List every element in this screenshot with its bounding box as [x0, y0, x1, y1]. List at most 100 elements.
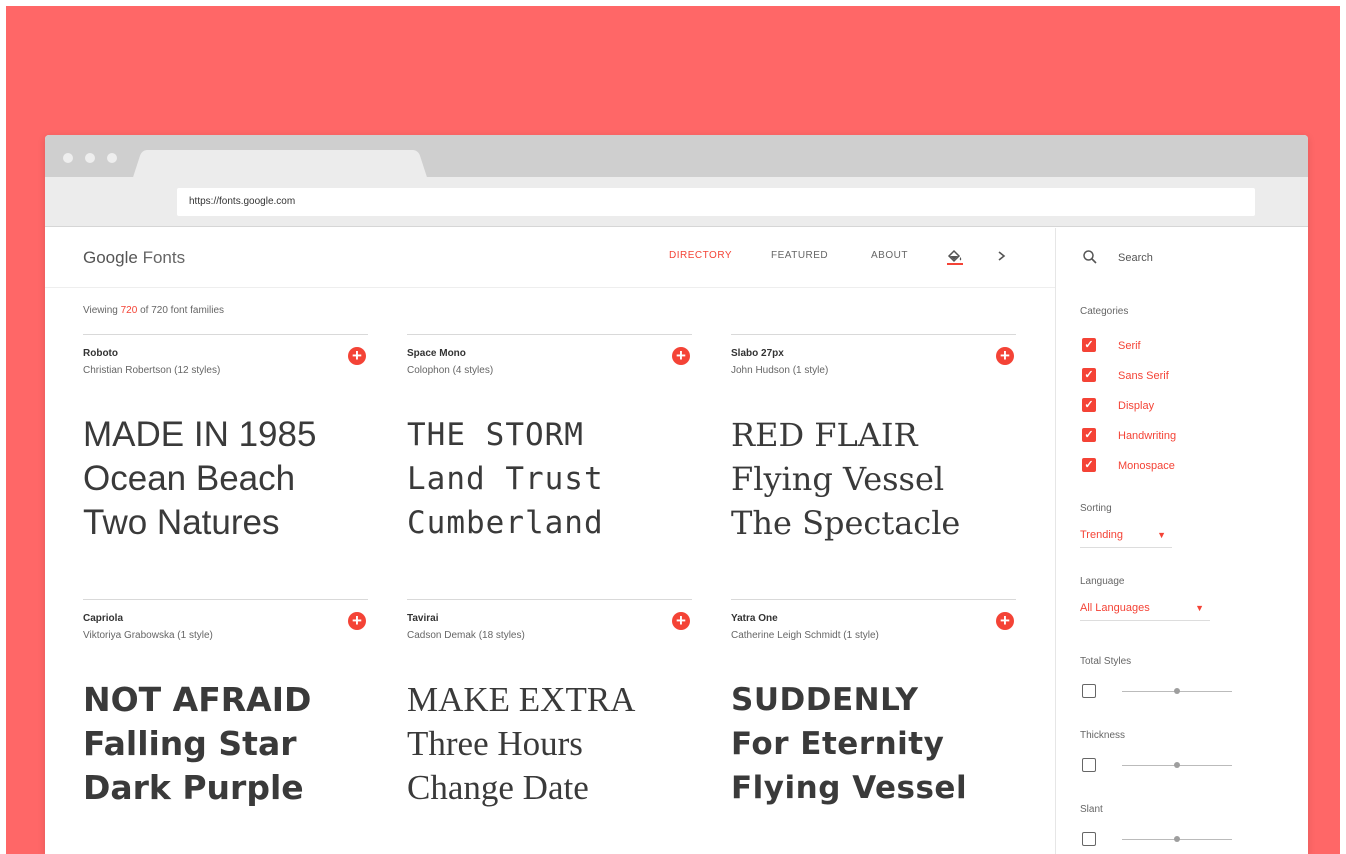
viewing-suffix: of 720 font families	[140, 305, 225, 316]
font-author: Catherine Leigh Schmidt (1 style)	[731, 630, 879, 641]
font-name: Capriola	[83, 613, 124, 624]
font-name: Tavirai	[407, 613, 439, 624]
font-card-yatra-one[interactable]: Yatra One Catherine Leigh Schmidt (1 sty…	[731, 599, 1016, 829]
font-sample: THE STORM Land Trust Cumberland	[407, 413, 604, 545]
thickness-heading: Thickness	[1080, 730, 1126, 741]
window-close-dot[interactable]	[63, 153, 73, 163]
font-name: Slabo 27px	[731, 348, 784, 359]
font-sample: NOT AFRAID Falling Star Dark Purple	[83, 678, 311, 810]
checkbox-checked-icon[interactable]: ✓	[1082, 428, 1096, 442]
nav-about[interactable]: ABOUT	[871, 250, 908, 261]
font-author: Colophon (4 styles)	[407, 365, 494, 376]
logo-fonts: Fonts	[142, 248, 186, 267]
browser-tab[interactable]	[145, 150, 415, 180]
sample-line: Flying Vessel	[731, 770, 968, 806]
slider-knob[interactable]	[1174, 836, 1180, 842]
font-sample: MADE IN 1985 Ocean Beach Two Natures	[83, 413, 316, 545]
checkbox-checked-icon[interactable]: ✓	[1082, 458, 1096, 472]
font-sample: RED FLAIR Flying Vessel The Spectacle	[731, 413, 960, 545]
window-minimize-dot[interactable]	[85, 153, 95, 163]
sample-line: Land Trust	[407, 461, 604, 497]
main-content: Google Fonts DIRECTORY FEATURED ABOUT Vi…	[45, 228, 1055, 854]
search-icon[interactable]	[1082, 249, 1098, 265]
logo-google: Google	[83, 248, 138, 267]
sample-line: NOT AFRAID	[83, 680, 312, 719]
sorting-value: Trending	[1080, 529, 1124, 541]
font-name: Roboto	[83, 348, 118, 359]
filter-sidebar: Search Categories ✓ Serif ✓ Sans Serif ✓ Di…	[1055, 228, 1308, 854]
sample-line: Three Hours	[407, 724, 583, 763]
thickness-filter[interactable]	[1082, 758, 1272, 774]
checkbox-checked-icon[interactable]: ✓	[1082, 398, 1096, 412]
top-bar: Google Fonts DIRECTORY FEATURED ABOUT	[45, 228, 1055, 288]
nav-directory[interactable]: DIRECTORY	[669, 250, 732, 261]
language-dropdown[interactable]: All Languages ▼	[1080, 599, 1210, 621]
font-card-roboto[interactable]: Roboto Christian Robertson (12 styles) +…	[83, 334, 368, 564]
sample-line: Ocean Beach	[83, 459, 296, 498]
sample-line: THE STORM	[407, 417, 584, 453]
font-author: John Hudson (1 style)	[731, 365, 829, 376]
sample-line: For Eternity	[731, 726, 945, 762]
viewing-count: 720	[120, 305, 138, 316]
add-font-icon[interactable]: +	[996, 612, 1014, 630]
slider-knob[interactable]	[1174, 688, 1180, 694]
sorting-heading: Sorting	[1080, 503, 1112, 514]
category-label: Display	[1118, 400, 1155, 412]
category-label: Monospace	[1118, 460, 1175, 472]
page: Google Fonts DIRECTORY FEATURED ABOUT Vi…	[45, 228, 1308, 854]
search-input[interactable]: Search	[1118, 252, 1153, 264]
font-name: Yatra One	[731, 613, 778, 624]
font-name: Space Mono	[407, 348, 466, 359]
font-author: Viktoriya Grabowska (1 style)	[83, 630, 213, 641]
browser-window: https://fonts.google.com Google Fonts DI…	[45, 135, 1308, 854]
sample-line: Dark Purple	[83, 768, 304, 807]
checkbox-unchecked-icon[interactable]	[1082, 684, 1096, 698]
sorting-dropdown[interactable]: Trending ▼	[1080, 526, 1172, 548]
categories-heading: Categories	[1080, 306, 1129, 317]
slant-filter[interactable]	[1082, 832, 1272, 848]
google-fonts-logo[interactable]: Google Fonts	[83, 248, 185, 268]
add-font-icon[interactable]: +	[996, 347, 1014, 365]
add-font-icon[interactable]: +	[348, 612, 366, 630]
language-heading: Language	[1080, 576, 1125, 587]
category-label: Handwriting	[1118, 430, 1177, 442]
add-font-icon[interactable]: +	[672, 612, 690, 630]
nav-featured[interactable]: FEATURED	[771, 250, 828, 261]
sample-line: The Spectacle	[731, 504, 961, 542]
window-maximize-dot[interactable]	[107, 153, 117, 163]
browser-titlebar	[45, 135, 1308, 180]
sample-line: Change Date	[407, 768, 589, 807]
font-card-space-mono[interactable]: Space Mono Colophon (4 styles) + THE STO…	[407, 334, 692, 564]
font-sample: SUDDENLY For Eternity Flying Vessel	[731, 678, 967, 810]
language-value: All Languages	[1080, 602, 1150, 614]
browser-toolbar: https://fonts.google.com	[45, 177, 1308, 227]
font-card-capriola[interactable]: Capriola Viktoriya Grabowska (1 style) +…	[83, 599, 368, 829]
total-styles-heading: Total Styles	[1080, 656, 1132, 667]
caret-down-icon: ▼	[1195, 603, 1204, 613]
caret-down-icon: ▼	[1157, 530, 1166, 540]
address-bar[interactable]: https://fonts.google.com	[177, 188, 1255, 216]
slider-knob[interactable]	[1174, 762, 1180, 768]
add-font-icon[interactable]: +	[672, 347, 690, 365]
category-label: Serif	[1118, 340, 1141, 352]
slant-heading: Slant	[1080, 804, 1103, 815]
sample-line: SUDDENLY	[731, 682, 919, 718]
total-styles-filter[interactable]	[1082, 684, 1272, 700]
font-card-tavirai[interactable]: Tavirai Cadson Demak (18 styles) + MAKE …	[407, 599, 692, 829]
category-label: Sans Serif	[1118, 370, 1169, 382]
checkbox-unchecked-icon[interactable]	[1082, 832, 1096, 846]
paint-bucket-icon[interactable]	[945, 246, 965, 266]
sample-line: Two Natures	[83, 503, 280, 542]
font-author: Cadson Demak (18 styles)	[407, 630, 525, 641]
font-card-slabo[interactable]: Slabo 27px John Hudson (1 style) + RED F…	[731, 334, 1016, 564]
font-author: Christian Robertson (12 styles)	[83, 365, 221, 376]
add-font-icon[interactable]: +	[348, 347, 366, 365]
checkbox-checked-icon[interactable]: ✓	[1082, 338, 1096, 352]
chevron-right-icon[interactable]	[995, 246, 1009, 266]
sample-line: Flying Vessel	[731, 460, 945, 498]
sample-line: Cumberland	[407, 505, 604, 541]
font-sample: MAKE EXTRA Three Hours Change Date	[407, 678, 635, 810]
checkbox-unchecked-icon[interactable]	[1082, 758, 1096, 772]
checkbox-checked-icon[interactable]: ✓	[1082, 368, 1096, 382]
sample-line: RED FLAIR	[731, 416, 918, 454]
